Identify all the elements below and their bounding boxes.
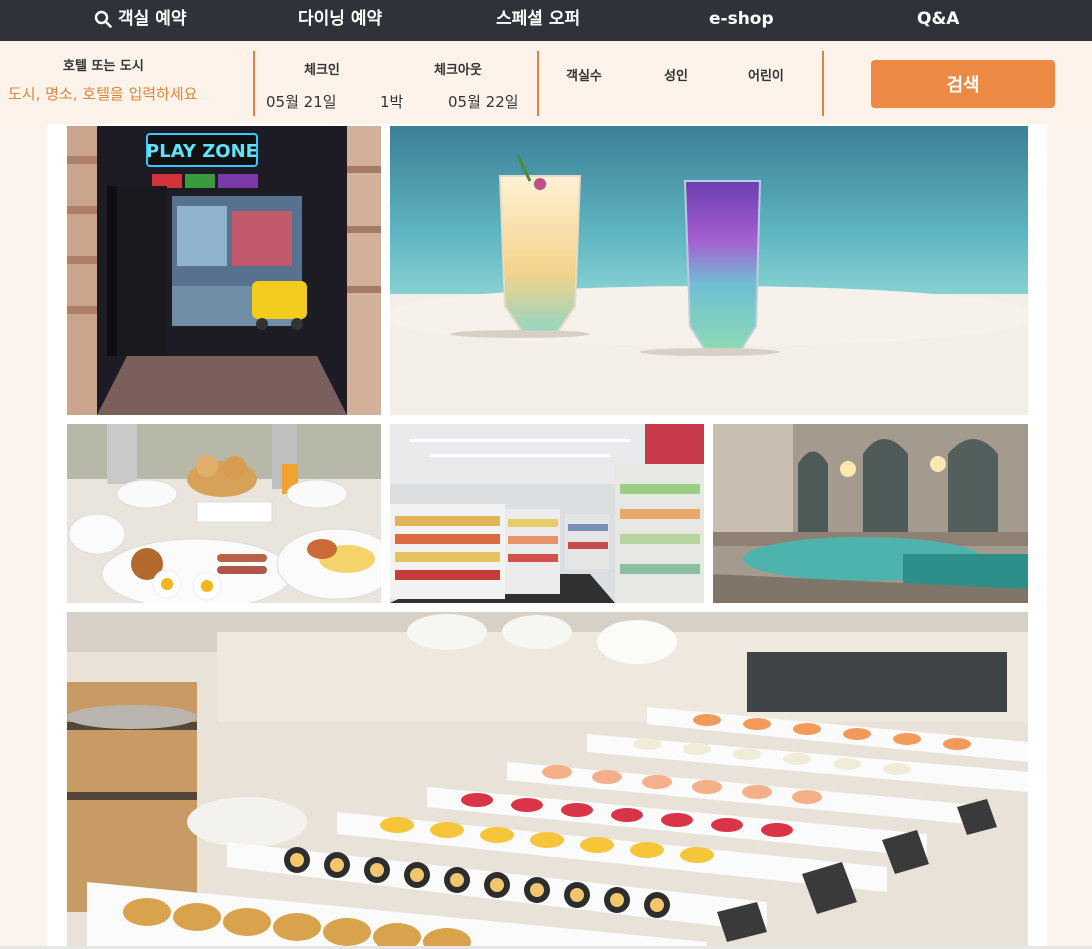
cocktails-photo xyxy=(390,126,1028,415)
checkout-date[interactable]: 05월 22일 xyxy=(448,91,519,112)
nav-eshop[interactable]: e-shop xyxy=(709,0,774,41)
nav-special-offer[interactable]: 스페셜 오퍼 xyxy=(496,0,580,41)
rooms-selector[interactable]: 객실수 xyxy=(566,65,602,84)
breakfast-photo xyxy=(67,424,381,603)
photo-gallery: PLAY ZONE xyxy=(47,124,1047,949)
adults-selector[interactable]: 성인 xyxy=(664,65,688,84)
divider xyxy=(253,51,255,116)
nights-count: 1박 xyxy=(380,93,404,111)
checkin-label: 체크인 xyxy=(304,63,340,78)
nav-qna-label: Q&A xyxy=(917,9,960,29)
checkout-label: 체크아웃 xyxy=(434,63,482,78)
booking-search-bar: 호텔 또는 도시 체크인 체크아웃 05월 21일 1박 05월 22일 객실수… xyxy=(0,41,1092,124)
nav-room-booking-label: 객실 예약 xyxy=(118,9,187,29)
nav-dining-booking[interactable]: 다이닝 예약 xyxy=(298,0,382,41)
search-button[interactable]: 검색 xyxy=(871,60,1055,108)
destination-label: 호텔 또는 도시 xyxy=(63,59,144,74)
play-zone-sign: PLAY ZONE xyxy=(146,141,258,162)
search-icon xyxy=(94,10,112,28)
convenience-store-photo xyxy=(390,424,704,603)
checkin-date[interactable]: 05월 21일 xyxy=(266,91,337,112)
play-zone-photo: PLAY ZONE xyxy=(67,126,381,415)
nav-special-offer-label: 스페셜 오퍼 xyxy=(496,9,581,29)
spa-bath-photo xyxy=(713,424,1028,603)
nav-room-booking[interactable]: 객실 예약 xyxy=(94,0,186,41)
sushi-buffet-photo xyxy=(67,612,1028,949)
destination-input[interactable] xyxy=(0,81,218,107)
divider xyxy=(822,51,824,116)
nav-dining-booking-label: 다이닝 예약 xyxy=(298,9,383,29)
divider xyxy=(537,51,539,116)
nav-eshop-label: e-shop xyxy=(709,9,774,29)
children-selector[interactable]: 어린이 xyxy=(748,65,784,84)
top-nav: 객실 예약 다이닝 예약 스페셜 오퍼 e-shop Q&A xyxy=(0,0,1092,41)
nav-qna[interactable]: Q&A xyxy=(917,0,959,41)
